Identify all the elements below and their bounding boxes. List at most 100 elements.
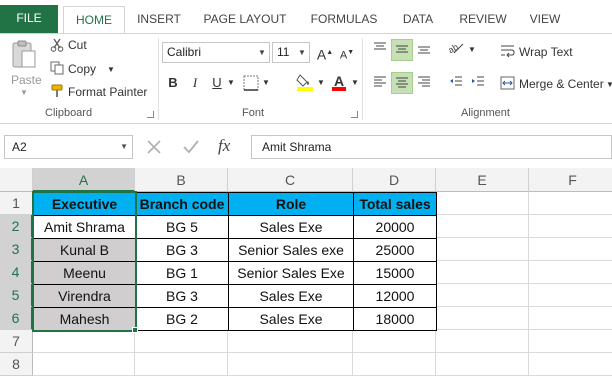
orientation-dropdown-icon[interactable]: ▼ (468, 45, 476, 54)
table-header-cell[interactable]: Role (228, 192, 354, 216)
empty-cell[interactable] (529, 284, 612, 307)
table-cell[interactable]: Senior Sales Exe (228, 261, 354, 285)
empty-cell[interactable] (436, 238, 529, 261)
empty-cell[interactable] (436, 307, 529, 330)
font-name-dropdown[interactable]: Calibri ▼ (162, 42, 270, 63)
row-header-5[interactable]: 5 (0, 284, 33, 307)
orientation-button[interactable]: ab (445, 39, 467, 61)
grow-font-button[interactable]: A▲ (314, 42, 336, 64)
empty-cell[interactable] (529, 353, 612, 376)
fill-handle[interactable] (132, 327, 138, 333)
table-cell[interactable]: Virendra (33, 284, 136, 308)
font-color-button[interactable]: A (328, 70, 350, 92)
select-all-corner[interactable] (0, 168, 33, 192)
format-painter-icon[interactable] (50, 84, 64, 98)
cut-label[interactable]: Cut (68, 38, 87, 52)
table-cell[interactable]: BG 2 (135, 307, 229, 331)
italic-button[interactable]: I (184, 72, 206, 94)
table-cell[interactable]: Mahesh (33, 307, 136, 331)
copy-label[interactable]: Copy (68, 62, 96, 76)
bold-button[interactable]: B (162, 72, 184, 94)
paste-icon[interactable] (9, 40, 41, 70)
empty-cell[interactable] (228, 330, 353, 353)
table-cell[interactable]: 15000 (353, 261, 437, 285)
empty-cell[interactable] (33, 330, 135, 353)
empty-cell[interactable] (436, 330, 529, 353)
tab-insert[interactable]: INSERT (130, 6, 188, 34)
formula-input[interactable]: Amit Shrama (251, 135, 612, 159)
column-header-f[interactable]: F (529, 168, 612, 192)
table-cell[interactable]: Amit Shrama (33, 215, 136, 239)
table-cell[interactable]: 18000 (353, 307, 437, 331)
empty-cell[interactable] (353, 353, 436, 376)
empty-cell[interactable] (436, 284, 529, 307)
tab-home[interactable]: HOME (63, 6, 125, 34)
empty-cell[interactable] (529, 261, 612, 284)
table-header-cell[interactable]: Branch code (135, 192, 229, 216)
empty-cell[interactable] (529, 215, 612, 238)
fill-color-dropdown-icon[interactable]: ▼ (317, 78, 325, 87)
font-launcher-icon[interactable] (351, 111, 358, 118)
table-cell[interactable]: Meenu (33, 261, 136, 285)
underline-button[interactable]: U (206, 72, 228, 94)
column-header-d[interactable]: D (353, 168, 436, 192)
borders-dropdown-icon[interactable]: ▼ (262, 78, 270, 87)
empty-cell[interactable] (228, 353, 353, 376)
worksheet-grid[interactable]: A B C D E F 1 2 3 4 5 6 7 8 Executive Branch code Role To… (0, 168, 612, 377)
table-cell[interactable]: BG 3 (135, 238, 229, 262)
empty-cell[interactable] (353, 330, 436, 353)
shrink-font-button[interactable]: A▼ (336, 42, 358, 64)
empty-cell[interactable] (436, 353, 529, 376)
row-header-8[interactable]: 8 (0, 353, 33, 376)
tab-view[interactable]: VIEW (522, 6, 568, 34)
table-cell[interactable]: Sales Exe (228, 284, 354, 308)
row-header-2[interactable]: 2 (0, 215, 33, 238)
table-cell[interactable]: BG 5 (135, 215, 229, 239)
decrease-indent-button[interactable] (445, 72, 467, 94)
column-header-c[interactable]: C (228, 168, 353, 192)
table-cell[interactable]: 20000 (353, 215, 437, 239)
clipboard-launcher-icon[interactable] (147, 111, 154, 118)
cut-icon[interactable] (50, 38, 64, 52)
table-cell[interactable]: BG 1 (135, 261, 229, 285)
borders-icon[interactable] (243, 75, 259, 91)
column-header-e[interactable]: E (436, 168, 529, 192)
enter-check-icon[interactable] (182, 139, 200, 155)
copy-icon[interactable] (50, 61, 64, 75)
empty-cell[interactable] (529, 330, 612, 353)
empty-cell[interactable] (436, 192, 529, 215)
align-middle-button[interactable] (391, 39, 413, 61)
empty-cell[interactable] (529, 192, 612, 215)
empty-cell[interactable] (529, 307, 612, 330)
row-header-4[interactable]: 4 (0, 261, 33, 284)
table-cell[interactable]: Sales Exe (228, 215, 354, 239)
format-painter-label[interactable]: Format Painter (68, 85, 147, 99)
table-header-cell[interactable]: Total sales (353, 192, 437, 216)
table-header-cell[interactable]: Executive (33, 192, 136, 216)
empty-cell[interactable] (135, 330, 228, 353)
increase-indent-button[interactable] (467, 72, 489, 94)
merge-center-icon[interactable] (500, 76, 515, 90)
empty-cell[interactable] (436, 261, 529, 284)
tab-review[interactable]: REVIEW (453, 6, 513, 34)
fill-color-icon[interactable] (296, 72, 314, 92)
wrap-text-button[interactable]: Wrap Text (519, 45, 573, 59)
table-cell[interactable]: 12000 (353, 284, 437, 308)
merge-dropdown-icon[interactable]: ▼ (606, 80, 612, 89)
font-size-dropdown[interactable]: 11 ▼ (272, 42, 310, 63)
empty-cell[interactable] (135, 353, 228, 376)
table-cell[interactable]: Sales Exe (228, 307, 354, 331)
empty-cell[interactable] (436, 215, 529, 238)
table-cell[interactable]: Senior Sales exe (228, 238, 354, 262)
paste-dropdown-icon[interactable]: ▼ (20, 88, 28, 97)
copy-dropdown-icon[interactable]: ▼ (107, 65, 115, 74)
underline-dropdown-icon[interactable]: ▼ (227, 78, 235, 87)
cancel-icon[interactable] (146, 139, 162, 155)
row-header-1[interactable]: 1 (0, 192, 33, 215)
table-cell[interactable]: BG 3 (135, 284, 229, 308)
paste-label[interactable]: Paste (11, 73, 42, 87)
align-top-button[interactable] (369, 39, 391, 61)
wrap-text-icon[interactable] (500, 44, 515, 58)
empty-cell[interactable] (33, 353, 135, 376)
font-color-dropdown-icon[interactable]: ▼ (351, 78, 359, 87)
